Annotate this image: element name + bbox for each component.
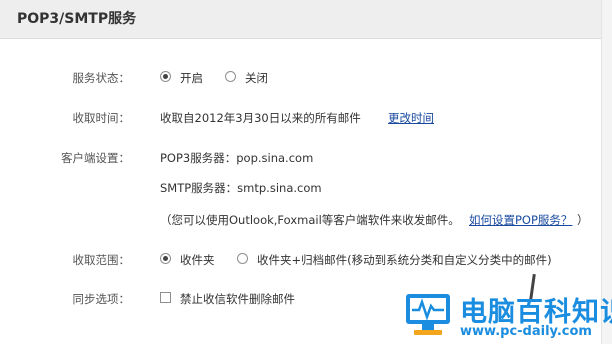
scope-inbox-archive-radio[interactable] xyxy=(237,253,248,264)
client-note-close: ） xyxy=(577,213,589,227)
client-note-text: （您可以使用Outlook,Foxmail等客户端软件来收发邮件。 xyxy=(160,213,460,227)
forbid-delete-checkbox[interactable] xyxy=(160,292,171,303)
status-off-radio[interactable] xyxy=(225,71,236,82)
watermark: 电脑百科知识 www.pc-daily.com xyxy=(404,292,612,344)
smtp-server-text: SMTP服务器：smtp.sina.com xyxy=(160,181,322,195)
scope-inbox-archive-label[interactable]: 收件夹+归档邮件(移动到系统分类和自定义分类中的邮件) xyxy=(257,252,552,268)
client-settings-label: 客户端设置： xyxy=(61,151,130,165)
section-title: POP3/SMTP服务 xyxy=(17,11,137,27)
receive-time-value: 收取自2012年3月30日以来的所有邮件 xyxy=(160,111,361,125)
status-off-label[interactable]: 关闭 xyxy=(245,70,268,86)
service-status-label: 服务状态： xyxy=(72,71,131,85)
pop-help-link[interactable]: 如何设置POP服务？ xyxy=(469,212,572,228)
forbid-delete-label[interactable]: 禁止收信软件删除邮件 xyxy=(180,291,295,307)
sync-options-label: 同步选项： xyxy=(72,292,131,306)
receive-time-label: 收取时间： xyxy=(72,111,131,125)
status-on-label[interactable]: 开启 xyxy=(180,70,203,86)
status-on-radio[interactable] xyxy=(160,71,171,82)
section-header: POP3/SMTP服务 xyxy=(0,0,602,39)
watermark-url: www.pc-daily.com xyxy=(460,324,592,339)
monitor-logo-icon xyxy=(406,294,450,335)
pop3-server-text: POP3服务器：pop.sina.com xyxy=(160,151,314,165)
scope-inbox-radio[interactable] xyxy=(160,253,171,264)
receive-scope-label: 收取范围： xyxy=(72,253,131,267)
scope-inbox-label[interactable]: 收件夹 xyxy=(180,252,215,268)
change-time-link[interactable]: 更改时间 xyxy=(388,110,434,126)
